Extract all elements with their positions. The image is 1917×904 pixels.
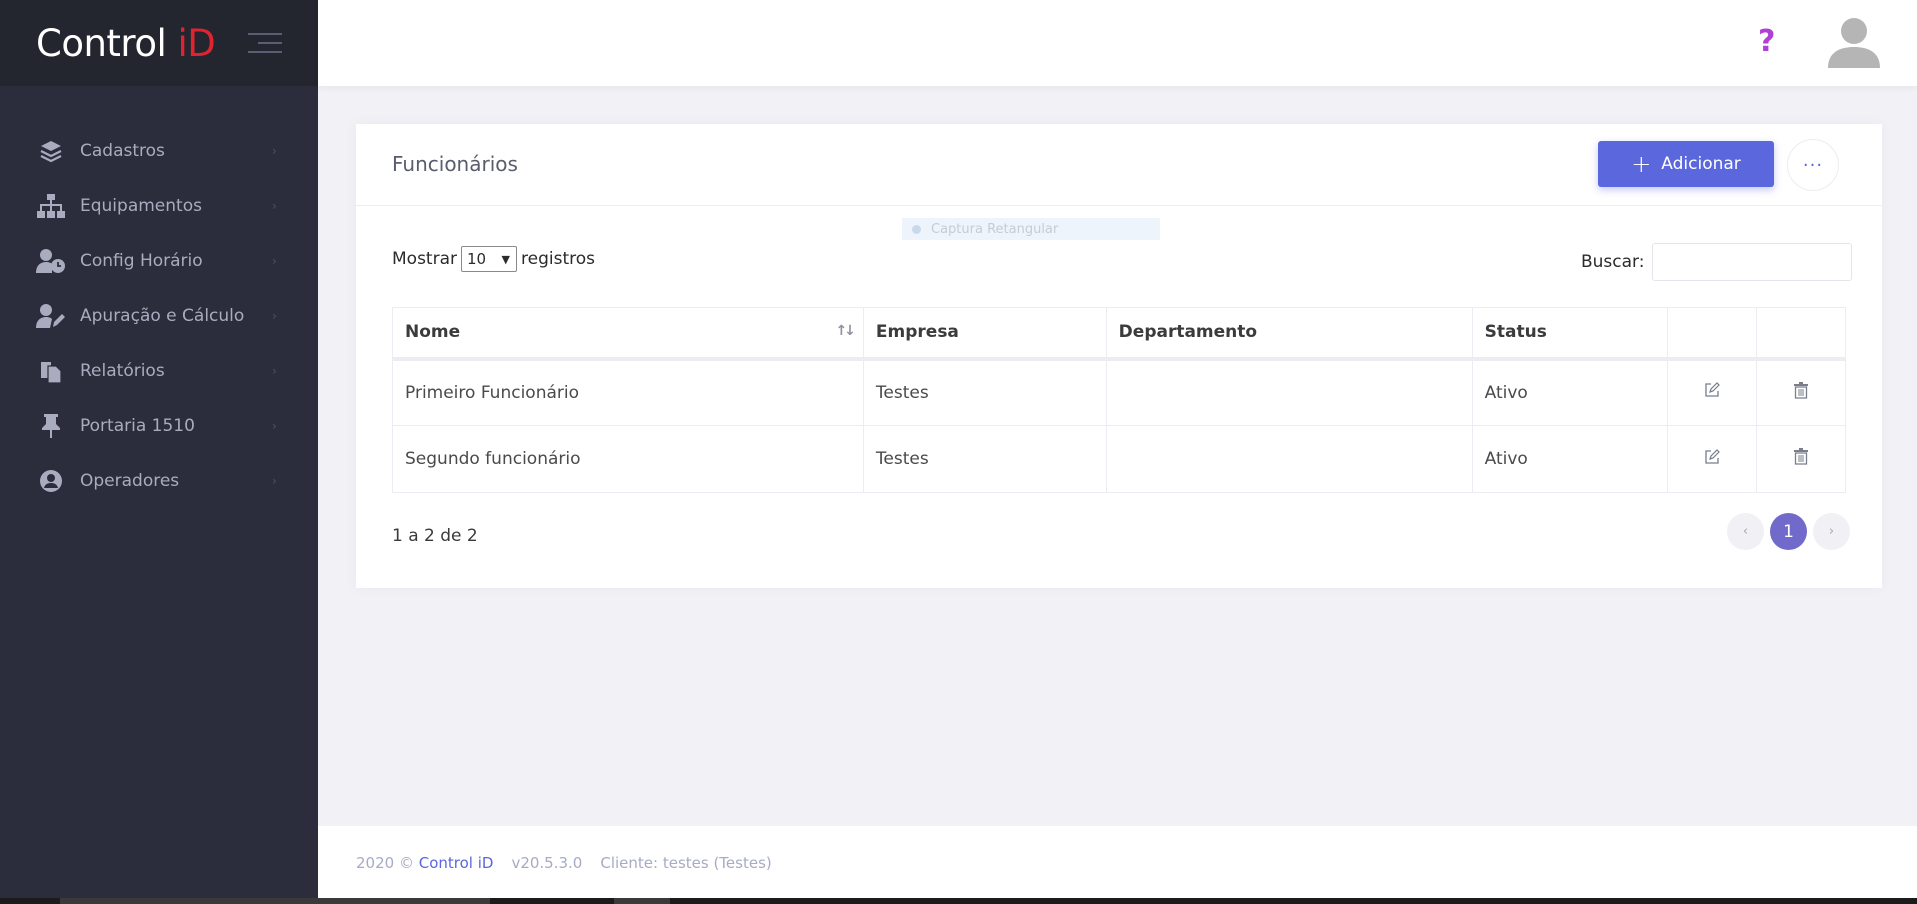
column-header-departamento[interactable]: Departamento	[1105, 307, 1473, 361]
chevron-right-icon: ›	[272, 143, 277, 158]
employees-card: Funcionários + Adicionar ··· Captura Ret…	[356, 124, 1882, 588]
sidebar-item-apuracao[interactable]: Apuração e Cálculo ›	[0, 288, 318, 343]
help-icon[interactable]: ?	[1758, 24, 1775, 59]
capture-icon	[912, 224, 921, 234]
column-label: Nome	[405, 322, 461, 343]
brand-suffix: iD	[177, 21, 216, 65]
page-length-control: Mostrar 10 ▼ registros	[392, 246, 595, 272]
show-suffix-label: registros	[521, 249, 595, 269]
cell-nome: Segundo funcionário	[392, 425, 864, 493]
cell-nome: Primeiro Funcionário	[392, 358, 864, 426]
page-button-current[interactable]: 1	[1770, 513, 1807, 550]
caret-down-icon: ▼	[501, 252, 510, 266]
sidebar-item-label: Portaria 1510	[80, 415, 195, 436]
column-header-nome[interactable]: Nome ↑↓	[392, 307, 864, 361]
sidebar-item-label: Operadores	[80, 470, 180, 491]
sitemap-icon	[36, 192, 66, 220]
user-clock-icon	[36, 247, 66, 275]
cell-status: Ativo	[1471, 358, 1668, 426]
sidebar-item-label: Relatórios	[80, 360, 165, 381]
trash-icon[interactable]	[1793, 448, 1808, 470]
sidebar-item-portaria[interactable]: Portaria 1510 ›	[0, 398, 318, 453]
top-header	[318, 0, 1917, 86]
page-length-select[interactable]: 10 ▼	[461, 246, 517, 272]
taskbar-strip	[0, 898, 1917, 904]
show-prefix-label: Mostrar	[392, 249, 457, 269]
chevron-right-icon: ›	[272, 253, 277, 268]
copy-icon	[36, 357, 66, 385]
sidebar: Control iD Cadastros › Equipamentos › Co…	[0, 0, 318, 904]
chevron-right-icon: ›	[272, 418, 277, 433]
sort-icon: ↑↓	[835, 323, 856, 339]
sidebar-item-cadastros[interactable]: Cadastros ›	[0, 123, 318, 178]
user-circle-icon	[36, 467, 66, 495]
footer-version: v20.5.3.0	[511, 854, 583, 872]
page-title: Funcionários	[392, 152, 518, 176]
page-length-value: 10	[467, 250, 487, 268]
add-button[interactable]: + Adicionar	[1598, 141, 1774, 187]
avatar[interactable]	[1826, 14, 1882, 70]
search-control: Buscar:	[1581, 243, 1853, 281]
edit-icon[interactable]	[1704, 382, 1720, 403]
column-header-empresa[interactable]: Empresa	[862, 307, 1107, 361]
chevron-right-icon: ›	[272, 198, 277, 213]
sidebar-item-label: Cadastros	[80, 140, 165, 161]
chevron-right-icon: ›	[272, 473, 277, 488]
column-header-delete	[1755, 307, 1847, 361]
sidebar-item-label: Apuração e Cálculo	[80, 305, 245, 326]
user-edit-icon	[36, 302, 66, 330]
menu-toggle-icon[interactable]	[248, 33, 282, 53]
sidebar-item-label: Equipamentos	[80, 195, 202, 216]
chevron-right-icon: ›	[272, 308, 277, 323]
footer-copyright: 2020 © Control iD	[356, 854, 493, 872]
search-label: Buscar:	[1581, 252, 1645, 272]
next-page-button[interactable]: ›	[1813, 513, 1850, 550]
capture-tooltip: Captura Retangular	[902, 218, 1160, 240]
table-header-row: Nome ↑↓ Empresa Departamento Status	[392, 307, 1847, 361]
cell-empresa: Testes	[862, 425, 1107, 493]
delete-cell	[1755, 358, 1847, 426]
card-header: Funcionários + Adicionar ···	[356, 124, 1882, 206]
capture-tooltip-label: Captura Retangular	[931, 221, 1059, 237]
footer-client: Cliente: testes (Testes)	[600, 854, 772, 872]
delete-cell	[1755, 425, 1847, 493]
table-row: Primeiro Funcionário Testes Ativo	[392, 358, 1847, 426]
sidebar-item-relatorios[interactable]: Relatórios ›	[0, 343, 318, 398]
cell-status: Ativo	[1471, 425, 1668, 493]
column-header-edit	[1666, 307, 1757, 361]
sidebar-item-config-horario[interactable]: Config Horário ›	[0, 233, 318, 288]
footer-year: 2020 ©	[356, 854, 414, 872]
thumbtack-icon	[36, 412, 66, 440]
footer: 2020 © Control iD v20.5.3.0 Cliente: tes…	[318, 826, 1917, 900]
plus-icon: +	[1631, 150, 1652, 178]
cell-empresa: Testes	[862, 358, 1107, 426]
edit-cell	[1666, 425, 1757, 493]
sidebar-item-equipamentos[interactable]: Equipamentos ›	[0, 178, 318, 233]
pagination: ‹ 1 ›	[1727, 513, 1850, 550]
search-input[interactable]	[1652, 243, 1853, 281]
edit-cell	[1666, 358, 1757, 426]
edit-icon[interactable]	[1704, 448, 1720, 470]
employees-table: Nome ↑↓ Empresa Departamento Status Prime…	[392, 307, 1847, 493]
column-header-status[interactable]: Status	[1471, 307, 1668, 361]
sidebar-item-label: Config Horário	[80, 250, 203, 271]
table-info: 1 a 2 de 2	[392, 526, 478, 546]
cell-departamento	[1105, 425, 1473, 493]
layers-icon	[36, 137, 66, 165]
more-options-button[interactable]: ···	[1787, 139, 1839, 191]
chevron-right-icon: ›	[272, 363, 277, 378]
brand-bar: Control iD	[0, 0, 318, 86]
footer-brand-link[interactable]: Control iD	[419, 854, 494, 872]
sidebar-nav: Cadastros › Equipamentos › Config Horári…	[0, 123, 318, 508]
sidebar-item-operadores[interactable]: Operadores ›	[0, 453, 318, 508]
brand-name: Control	[36, 21, 167, 65]
trash-icon[interactable]	[1793, 381, 1808, 404]
cell-departamento	[1105, 358, 1473, 426]
brand-logo[interactable]: Control iD	[36, 21, 216, 65]
table-row: Segundo funcionário Testes Ativo	[392, 425, 1847, 493]
add-button-label: Adicionar	[1661, 154, 1741, 174]
prev-page-button[interactable]: ‹	[1727, 513, 1764, 550]
